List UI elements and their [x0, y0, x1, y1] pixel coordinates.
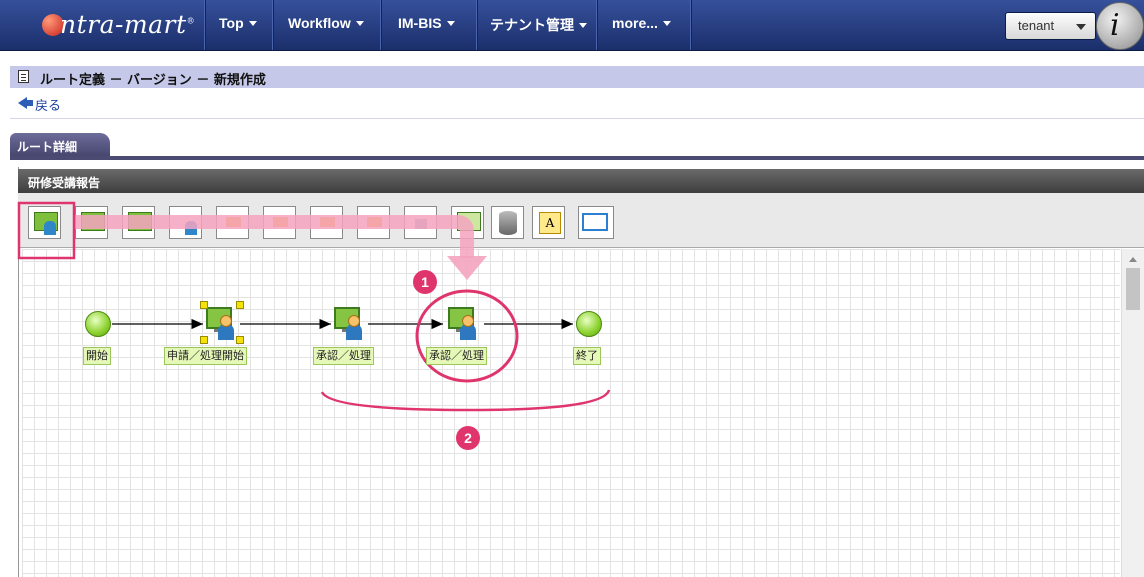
back-arrow-icon[interactable] — [18, 97, 33, 109]
database-icon — [499, 211, 517, 235]
tab-underline — [10, 156, 1144, 160]
scrollbar-thumb[interactable] — [1126, 268, 1140, 310]
nav-separator — [596, 0, 598, 50]
link-icon — [582, 213, 608, 231]
diagram-canvas[interactable] — [22, 249, 1120, 577]
panel-title: 研修受講報告 — [28, 176, 101, 190]
callout-number-2: 2 — [456, 426, 480, 450]
chevron-down-icon — [355, 21, 364, 26]
database-tool-button[interactable] — [491, 206, 524, 239]
nav-separator — [204, 0, 206, 50]
user-menu-icon[interactable]: i — [1096, 2, 1144, 50]
nav-separator — [476, 0, 478, 50]
intra-mart-logo[interactable]: ntra-mart® — [42, 10, 195, 42]
back-link-row: 戻る — [10, 88, 1144, 119]
tenant-label: tenant — [1018, 18, 1055, 33]
tab-route-detail[interactable]: ルート詳細 — [10, 133, 110, 157]
chevron-down-icon — [446, 21, 455, 26]
chevron-down-icon — [579, 23, 587, 28]
nav-item-tenant-admin[interactable]: テナント管理 — [490, 15, 587, 35]
nav-item-im-bis[interactable]: IM-BIS — [398, 15, 455, 31]
end-jump-tool-button[interactable] — [357, 206, 390, 239]
link-tool-button[interactable] — [578, 206, 614, 239]
blank-tool-button[interactable] — [169, 206, 202, 239]
selection-handle[interactable] — [236, 336, 244, 344]
nav-item-more[interactable]: more... — [612, 15, 671, 31]
script-tool-button[interactable] — [451, 206, 484, 239]
logo-text: ntra-mart — [60, 10, 187, 39]
process-node-tool-button[interactable] — [75, 206, 108, 239]
note-icon: A — [539, 212, 561, 234]
chevron-down-icon — [248, 21, 257, 26]
callout-number-1: 1 — [413, 270, 437, 294]
merge-tool-button[interactable] — [263, 206, 296, 239]
selection-handle[interactable] — [200, 301, 208, 309]
chevron-down-icon — [1076, 24, 1086, 30]
end-node[interactable] — [576, 311, 602, 337]
document-icon — [18, 70, 29, 83]
start-node[interactable] — [85, 311, 111, 337]
note-tool-button[interactable]: A — [532, 206, 565, 239]
task-node-approve-1-label: 承認／処理 — [313, 347, 374, 365]
approval-node-tool-button[interactable] — [122, 206, 155, 239]
page-title: ルート定義 － バージョン － 新規作成 — [40, 73, 266, 88]
nav-separator — [380, 0, 382, 50]
vertical-scrollbar[interactable] — [1121, 249, 1144, 577]
nav-separator — [690, 0, 692, 50]
nav-item-top[interactable]: Top — [219, 15, 257, 31]
user-task-tool-button[interactable] — [28, 206, 61, 239]
top-navigation-bar: ntra-mart® Top Workflow IM-BIS テナント管理 mo… — [0, 0, 1144, 51]
task-node-apply[interactable] — [206, 307, 240, 341]
task-node-approve-2-label: 承認／処理 — [426, 347, 487, 365]
system-task-tool-button[interactable] — [404, 206, 437, 239]
panel-header: 研修受講報告 — [18, 169, 1144, 193]
page-title-bar: ルート定義 － バージョン － 新規作成 — [10, 66, 1144, 88]
nav-item-workflow[interactable]: Workflow — [288, 15, 364, 31]
scroll-up-icon[interactable] — [1129, 257, 1137, 262]
task-node-approve-1[interactable] — [334, 307, 368, 341]
task-node-approve-2[interactable] — [448, 307, 482, 341]
tenant-dropdown[interactable]: tenant — [1005, 12, 1096, 40]
task-node-apply-label: 申請／処理開始 — [164, 347, 247, 365]
chevron-down-icon — [662, 21, 671, 26]
selection-handle[interactable] — [200, 336, 208, 344]
back-link[interactable]: 戻る — [35, 95, 61, 114]
jump-tool-button[interactable] — [310, 206, 343, 239]
selection-handle[interactable] — [236, 301, 244, 309]
start-node-label: 開始 — [83, 347, 111, 365]
nav-separator — [272, 0, 274, 50]
end-node-label: 終了 — [573, 347, 601, 365]
branch-tool-button[interactable] — [216, 206, 249, 239]
